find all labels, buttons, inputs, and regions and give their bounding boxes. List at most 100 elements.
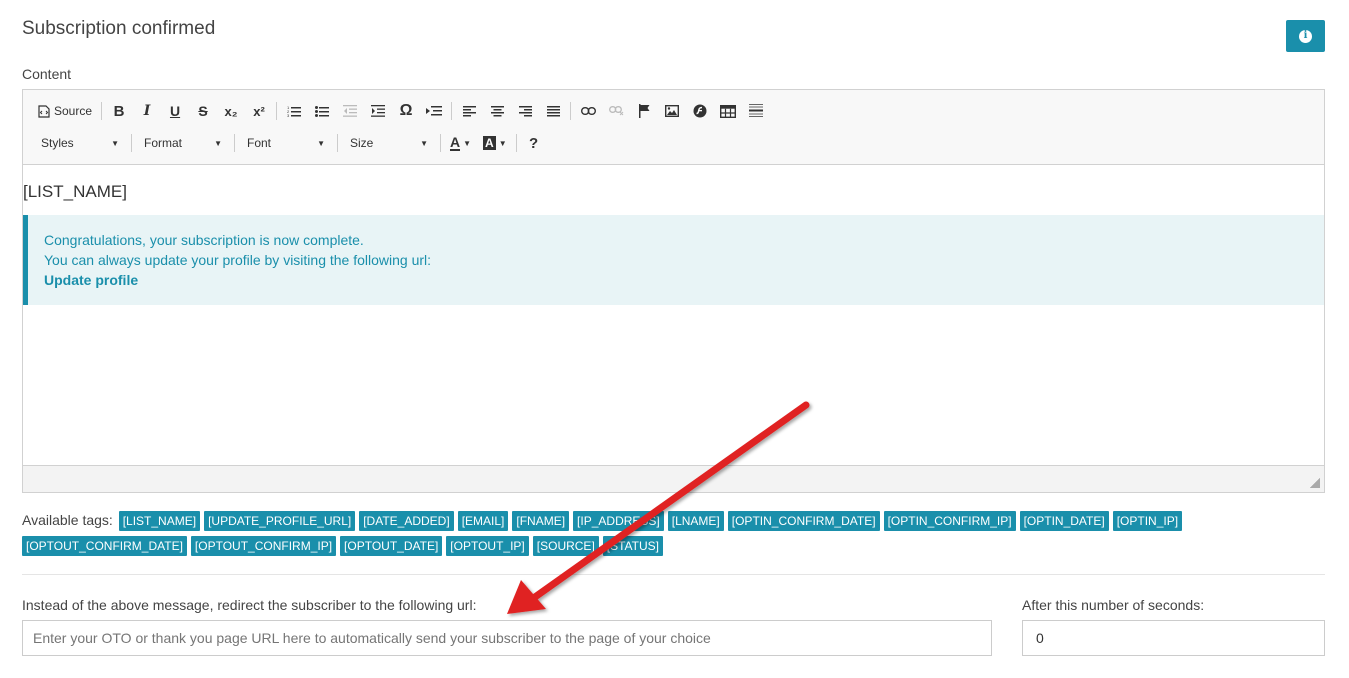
alert-line-1: Congratulations, your subscription is no… bbox=[44, 232, 364, 248]
toolbar-separator bbox=[451, 102, 453, 120]
resize-handle[interactable] bbox=[1310, 478, 1320, 488]
content-label: Content bbox=[22, 66, 72, 82]
text-color-button[interactable]: A ▼ bbox=[447, 132, 474, 154]
chevron-down-icon: ▼ bbox=[111, 138, 119, 148]
link-icon bbox=[580, 107, 596, 115]
toolbar-separator bbox=[101, 102, 103, 120]
available-tags: Available tags: [LIST_NAME] [UPDATE_PROFI… bbox=[22, 508, 1332, 558]
italic-button[interactable]: I bbox=[136, 100, 158, 122]
indent-button[interactable] bbox=[367, 100, 389, 122]
toolbar-row-2: Styles ▼ Format ▼ Font ▼ Size ▼ A ▼ A ▼ … bbox=[35, 131, 551, 155]
table-button[interactable] bbox=[717, 100, 739, 122]
numbered-list-button[interactable]: 123 bbox=[283, 100, 305, 122]
background-color-button[interactable]: A ▼ bbox=[480, 132, 510, 154]
tag-optin-date[interactable]: [OPTIN_DATE] bbox=[1019, 511, 1109, 532]
toolbar-row-1: Source B I U S x₂ x² 123 Ω bbox=[35, 99, 773, 123]
tag-list-name[interactable]: [LIST_NAME] bbox=[118, 511, 201, 532]
tag-lname[interactable]: [LNAME] bbox=[667, 511, 724, 532]
numbered-list-icon: 123 bbox=[287, 105, 302, 117]
section-divider bbox=[22, 574, 1325, 575]
flash-button[interactable] bbox=[689, 100, 711, 122]
toolbar-separator bbox=[276, 102, 278, 120]
tag-optin-ip[interactable]: [OPTIN_IP] bbox=[1112, 511, 1183, 532]
confirmation-alert: Congratulations, your subscription is no… bbox=[23, 215, 1324, 305]
format-dropdown[interactable]: Format ▼ bbox=[138, 132, 228, 154]
indent-icon bbox=[371, 105, 386, 117]
outdent-icon bbox=[343, 105, 358, 117]
text-color-icon: A bbox=[450, 134, 461, 151]
align-left-button[interactable] bbox=[458, 100, 480, 122]
styles-dropdown[interactable]: Styles ▼ bbox=[35, 132, 125, 154]
blockquote-icon bbox=[426, 106, 443, 116]
image-icon bbox=[665, 105, 680, 117]
tag-email[interactable]: [EMAIL] bbox=[457, 511, 509, 532]
underline-button[interactable]: U bbox=[164, 100, 186, 122]
tag-optout-confirm-ip[interactable]: [OPTOUT_CONFIRM_IP] bbox=[190, 536, 337, 557]
outdent-button[interactable] bbox=[339, 100, 361, 122]
chevron-down-icon: ▼ bbox=[463, 138, 472, 148]
align-center-icon bbox=[490, 105, 504, 116]
chevron-down-icon: ▼ bbox=[214, 138, 222, 148]
styles-label: Styles bbox=[41, 136, 74, 150]
size-dropdown[interactable]: Size ▼ bbox=[344, 132, 434, 154]
info-icon: i bbox=[1299, 29, 1312, 43]
subscript-button[interactable]: x₂ bbox=[220, 100, 242, 122]
tag-status[interactable]: [STATUS] bbox=[602, 536, 664, 557]
tag-optin-confirm-date[interactable]: [OPTIN_CONFIRM_DATE] bbox=[727, 511, 880, 532]
editor-content-area[interactable]: [LIST_NAME] Congratulations, your subscr… bbox=[23, 165, 1324, 466]
justify-button[interactable] bbox=[542, 100, 564, 122]
tag-update-profile-url[interactable]: [UPDATE_PROFILE_URL] bbox=[204, 511, 356, 532]
list-name-text: [LIST_NAME] bbox=[23, 182, 127, 201]
redirect-seconds-input[interactable] bbox=[1022, 620, 1325, 656]
align-left-icon bbox=[462, 105, 476, 116]
tag-date-added[interactable]: [DATE_ADDED] bbox=[359, 511, 454, 532]
tag-optout-ip[interactable]: [OPTOUT_IP] bbox=[446, 536, 529, 557]
anchor-button[interactable] bbox=[633, 100, 655, 122]
table-icon bbox=[720, 104, 737, 118]
horizontal-rule-icon bbox=[749, 104, 764, 117]
blockquote-button[interactable] bbox=[423, 100, 445, 122]
image-button[interactable] bbox=[661, 100, 683, 122]
flash-icon bbox=[693, 104, 707, 118]
tag-source[interactable]: [SOURCE] bbox=[532, 536, 599, 557]
superscript-button[interactable]: x² bbox=[248, 100, 270, 122]
align-right-icon bbox=[518, 105, 532, 116]
size-label: Size bbox=[350, 136, 374, 150]
horizontal-rule-button[interactable] bbox=[745, 100, 767, 122]
strikethrough-button[interactable]: S bbox=[192, 100, 214, 122]
font-dropdown[interactable]: Font ▼ bbox=[241, 132, 331, 154]
bulleted-list-icon bbox=[315, 106, 330, 117]
rich-text-editor: Source B I U S x₂ x² 123 Ω Styles ▼ Form… bbox=[22, 89, 1325, 493]
chevron-down-icon: ▼ bbox=[420, 138, 428, 148]
justify-icon bbox=[546, 105, 560, 116]
page-title: Subscription confirmed bbox=[22, 18, 216, 39]
help-button[interactable]: ? bbox=[523, 132, 545, 154]
tag-optin-confirm-ip[interactable]: [OPTIN_CONFIRM_IP] bbox=[883, 511, 1016, 532]
tag-ip-address[interactable]: [IP_ADDRESS] bbox=[573, 511, 664, 532]
svg-text:3: 3 bbox=[287, 113, 290, 117]
align-center-button[interactable] bbox=[486, 100, 508, 122]
redirect-seconds-label: After this number of seconds: bbox=[1022, 597, 1205, 613]
tag-fname[interactable]: [FNAME] bbox=[512, 511, 570, 532]
toolbar-separator bbox=[440, 134, 441, 152]
chevron-down-icon: ▼ bbox=[317, 138, 325, 148]
update-profile-link[interactable]: Update profile bbox=[44, 270, 1324, 290]
font-label: Font bbox=[247, 136, 272, 150]
editor-toolbar: Source B I U S x₂ x² 123 Ω Styles ▼ Form… bbox=[23, 90, 1324, 165]
link-button[interactable] bbox=[577, 100, 599, 122]
chevron-down-icon: ▼ bbox=[498, 138, 507, 148]
source-button[interactable]: Source bbox=[35, 100, 95, 122]
tag-optout-confirm-date[interactable]: [OPTOUT_CONFIRM_DATE] bbox=[22, 536, 187, 557]
toolbar-separator bbox=[234, 134, 235, 152]
info-button[interactable]: i bbox=[1286, 20, 1325, 52]
toolbar-separator bbox=[337, 134, 338, 152]
redirect-url-input[interactable] bbox=[22, 620, 992, 656]
background-color-icon: A bbox=[483, 136, 496, 150]
bold-button[interactable]: B bbox=[108, 100, 130, 122]
bulleted-list-button[interactable] bbox=[311, 100, 333, 122]
alert-line-2: You can always update your profile by vi… bbox=[44, 252, 432, 268]
align-right-button[interactable] bbox=[514, 100, 536, 122]
tag-optout-date[interactable]: [OPTOUT_DATE] bbox=[340, 536, 443, 557]
special-char-button[interactable]: Ω bbox=[395, 100, 417, 122]
unlink-button[interactable] bbox=[605, 100, 627, 122]
